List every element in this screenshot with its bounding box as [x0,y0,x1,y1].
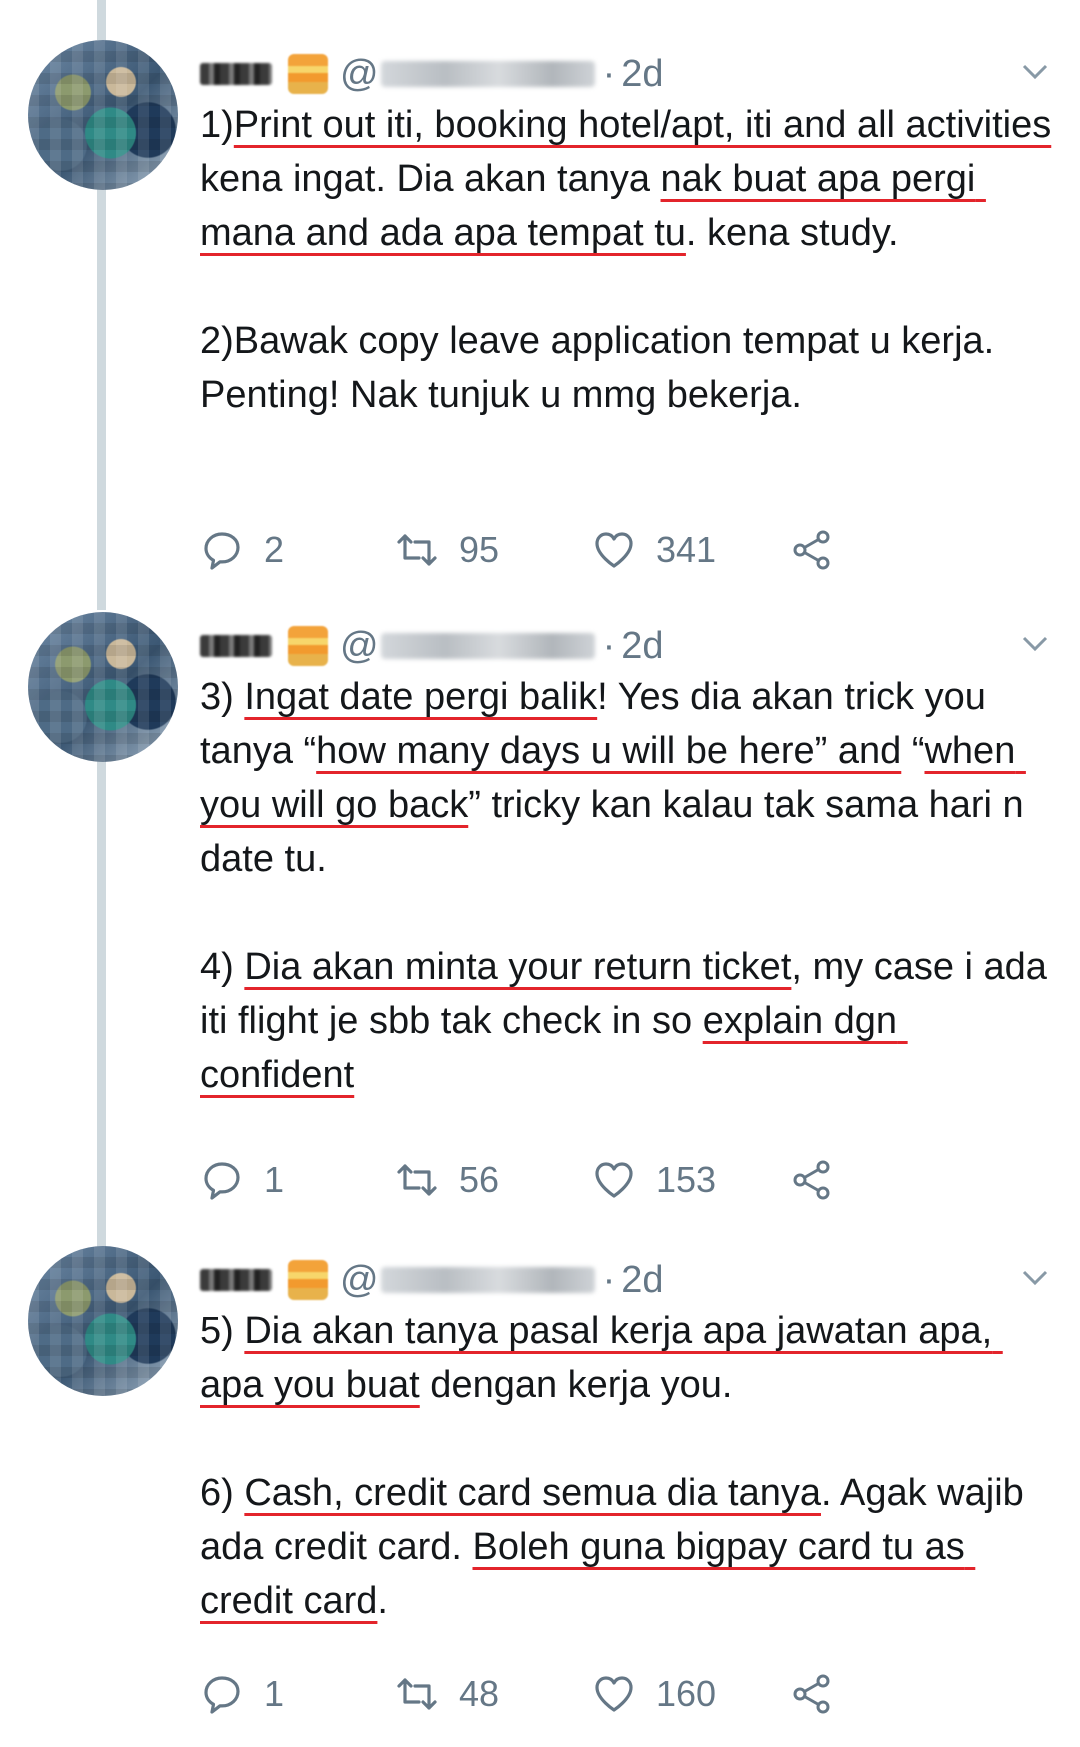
tweet-text: 1)Print out iti, booking hotel/apt, iti … [200,98,1060,422]
retweet-icon [397,1678,437,1710]
username[interactable] [380,61,595,87]
like-count: 160 [656,1673,717,1714]
retweet-count: 48 [459,1673,500,1714]
like-button[interactable]: 160 [592,1664,716,1724]
tweet-actions: 2 95 341 [200,520,960,580]
share-icon [793,1160,830,1200]
reply-count: 2 [264,529,285,570]
reply-icon [204,1162,240,1200]
share-icon [793,1674,830,1714]
thread-line [97,0,106,40]
text-segment: . [377,1580,388,1622]
separator: · [602,1258,616,1301]
display-name[interactable] [200,635,272,657]
share-button[interactable] [790,1150,834,1210]
avatar[interactable] [28,40,178,190]
like-count: 153 [656,1159,717,1200]
reply-count: 1 [264,1159,285,1200]
tweet[interactable]: @ · 2d 3) Ingat date pergi balik! Yes di… [0,612,1080,1232]
reply-icon [204,1676,240,1714]
timestamp[interactable]: 2d [621,53,663,96]
at-symbol: @ [340,1258,379,1301]
retweet-button[interactable]: 95 [395,520,499,580]
tweet-header: @ · 2d [200,1252,664,1308]
retweet-icon [397,1164,437,1196]
like-button[interactable]: 341 [592,520,716,580]
reply-button[interactable]: 1 [200,1150,284,1210]
reply-button[interactable]: 2 [200,520,284,580]
username[interactable] [380,1267,595,1293]
underlined-text: Dia akan minta your return ticket [244,946,792,988]
chevron-down-icon[interactable] [1020,628,1050,658]
underlined-text: Ingat date pergi balik [244,676,598,718]
share-icon [793,530,830,570]
timestamp[interactable]: 2d [621,625,663,668]
text-segment: 1) [200,104,234,146]
heart-icon [595,532,633,568]
underlined-text: Cash, credit card semua dia tanya [244,1472,821,1514]
separator: · [602,624,616,667]
like-count: 341 [656,529,717,570]
share-button[interactable] [790,520,834,580]
emoji-icon [288,54,328,94]
reply-count: 1 [264,1673,285,1714]
emoji-icon [288,626,328,666]
reply-button[interactable]: 1 [200,1664,284,1724]
text-segment: “ [901,730,925,772]
retweet-icon [397,534,437,566]
tweet-header: @ · 2d [200,46,664,102]
tweet-header: @ · 2d [200,618,664,674]
tweet[interactable]: @ · 2d 1)Print out iti, booking hotel/ap… [0,40,1080,600]
underlined-text: Print out iti, booking hotel/apt, iti an… [233,104,1052,146]
tweet[interactable]: @ · 2d 5) Dia akan tanya pasal kerja apa… [0,1246,1080,1736]
retweet-button[interactable]: 48 [395,1664,499,1724]
avatar[interactable] [28,612,178,762]
tweet-actions: 1 48 160 [200,1664,960,1724]
retweet-count: 56 [459,1159,500,1200]
avatar[interactable] [28,1246,178,1396]
heart-icon [595,1162,633,1198]
emoji-icon [288,1260,328,1300]
share-button[interactable] [790,1664,834,1724]
reply-icon [204,532,240,570]
tweet-text: 5) Dia akan tanya pasal kerja apa jawata… [200,1304,1060,1628]
username[interactable] [380,633,595,659]
underlined-text: how many days u will be here” and [316,730,902,772]
separator: · [602,52,616,95]
chevron-down-icon[interactable] [1020,1262,1050,1292]
retweet-button[interactable]: 56 [395,1150,499,1210]
like-button[interactable]: 153 [592,1150,716,1210]
heart-icon [595,1676,633,1712]
at-symbol: @ [340,52,379,95]
tweet-actions: 1 56 153 [200,1150,960,1210]
text-segment: 5) [200,1310,245,1352]
text-segment: 3) [200,676,245,718]
retweet-count: 95 [459,529,500,570]
display-name[interactable] [200,1269,272,1291]
tweet-text: 3) Ingat date pergi balik! Yes dia akan … [200,670,1060,1102]
chevron-down-icon[interactable] [1020,56,1050,86]
display-name[interactable] [200,63,272,85]
timestamp[interactable]: 2d [621,1259,663,1302]
at-symbol: @ [340,624,379,667]
